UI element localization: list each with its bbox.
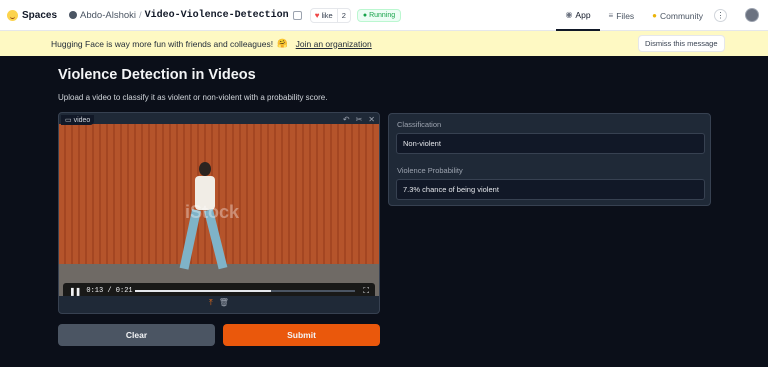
video-input-panel: ▭ video ↶ ✂ ✕ iStock ❚❚ 0:13 / 0:21 ⛶ ⤒ … bbox=[58, 112, 380, 314]
video-controls: ❚❚ 0:13 / 0:21 ⛶ bbox=[63, 283, 375, 296]
banner-message: Hugging Face is way more fun with friend… bbox=[51, 38, 274, 49]
like-button[interactable]: ♥ like 2 bbox=[309, 7, 351, 23]
like-count: 2 bbox=[336, 8, 350, 22]
submit-button[interactable]: Submit bbox=[223, 324, 380, 346]
app-icon: ◉ bbox=[565, 10, 573, 19]
video-label: ▭ video bbox=[61, 115, 95, 125]
trash-icon[interactable]: 🗑 bbox=[219, 298, 229, 313]
probability-output[interactable]: 7.3% chance of being violent bbox=[396, 179, 705, 200]
heart-icon: ♥ bbox=[314, 10, 320, 20]
files-icon: ≡ bbox=[608, 11, 614, 20]
video-actions: ⤒ 🗑 bbox=[59, 298, 379, 313]
spaces-brand[interactable]: Spaces bbox=[7, 9, 58, 21]
more-options-icon[interactable]: ⋮ bbox=[714, 9, 727, 22]
trim-icon[interactable]: ✂ bbox=[356, 115, 363, 124]
video-subject-head bbox=[199, 162, 211, 176]
tab-community[interactable]: ● Community bbox=[643, 0, 712, 31]
owner-avatar bbox=[69, 11, 78, 19]
dismiss-button[interactable]: Dismiss this message bbox=[638, 35, 725, 52]
breadcrumb: Abdo-Alshoki / Video-Violence-Detection bbox=[69, 10, 302, 21]
tab-files[interactable]: ≡ Files bbox=[600, 0, 644, 31]
video-progress-bar[interactable] bbox=[135, 290, 355, 292]
tab-files-label: Files bbox=[616, 10, 635, 21]
video-watermark: iStock bbox=[185, 202, 240, 222]
space-name-link[interactable]: Video-Violence-Detection bbox=[145, 10, 289, 21]
page-description: Upload a video to classify it as violent… bbox=[58, 93, 328, 102]
join-organization-link[interactable]: Join an organization bbox=[296, 39, 372, 49]
tab-app-label: App bbox=[575, 9, 591, 20]
tab-community-label: Community bbox=[660, 10, 703, 21]
status-label: Running bbox=[369, 11, 396, 19]
gradio-app: Violence Detection in Videos Upload a vi… bbox=[0, 56, 768, 367]
fullscreen-icon[interactable]: ⛶ bbox=[363, 286, 369, 296]
classification-output[interactable]: Non-violent bbox=[396, 133, 705, 154]
page-title: Violence Detection in Videos bbox=[58, 67, 256, 83]
clear-button[interactable]: Clear bbox=[58, 324, 215, 346]
breadcrumb-separator: / bbox=[139, 9, 142, 21]
video-time: 0:13 / 0:21 bbox=[86, 287, 133, 295]
video-toolbar: ↶ ✂ ✕ bbox=[343, 115, 375, 124]
org-banner: Hugging Face is way more fun with friend… bbox=[0, 31, 768, 56]
upload-icon[interactable]: ⤒ bbox=[209, 298, 213, 313]
close-icon[interactable]: ✕ bbox=[368, 115, 375, 124]
user-avatar[interactable] bbox=[745, 8, 759, 22]
tab-app[interactable]: ◉ App bbox=[556, 0, 600, 31]
top-navbar: Spaces Abdo-Alshoki / Video-Violence-Det… bbox=[0, 0, 768, 31]
output-panel: Classification Non-violent Violence Prob… bbox=[388, 113, 711, 206]
hugging-face-logo-icon bbox=[7, 9, 18, 21]
classification-label: Classification bbox=[397, 120, 442, 129]
brand-label: Spaces bbox=[22, 9, 58, 21]
probability-label: Violence Probability bbox=[397, 166, 463, 175]
space-tabs: ◉ App ≡ Files ● Community bbox=[556, 0, 712, 31]
status-badge: ● Running bbox=[356, 8, 402, 22]
video-camera-icon: ▭ bbox=[65, 117, 72, 124]
pause-icon[interactable]: ❚❚ bbox=[69, 287, 81, 296]
owner-link[interactable]: Abdo-Alshoki bbox=[80, 10, 136, 21]
video-label-text: video bbox=[73, 117, 91, 124]
hugging-emoji-icon: 🤗 bbox=[277, 38, 288, 48]
video-player[interactable]: iStock ❚❚ 0:13 / 0:21 ⛶ bbox=[59, 124, 379, 296]
copy-icon[interactable] bbox=[292, 10, 302, 20]
community-icon: ● bbox=[652, 11, 658, 20]
video-progress-fill bbox=[135, 290, 272, 292]
undo-icon[interactable]: ↶ bbox=[343, 115, 350, 124]
like-label: like bbox=[321, 10, 333, 20]
